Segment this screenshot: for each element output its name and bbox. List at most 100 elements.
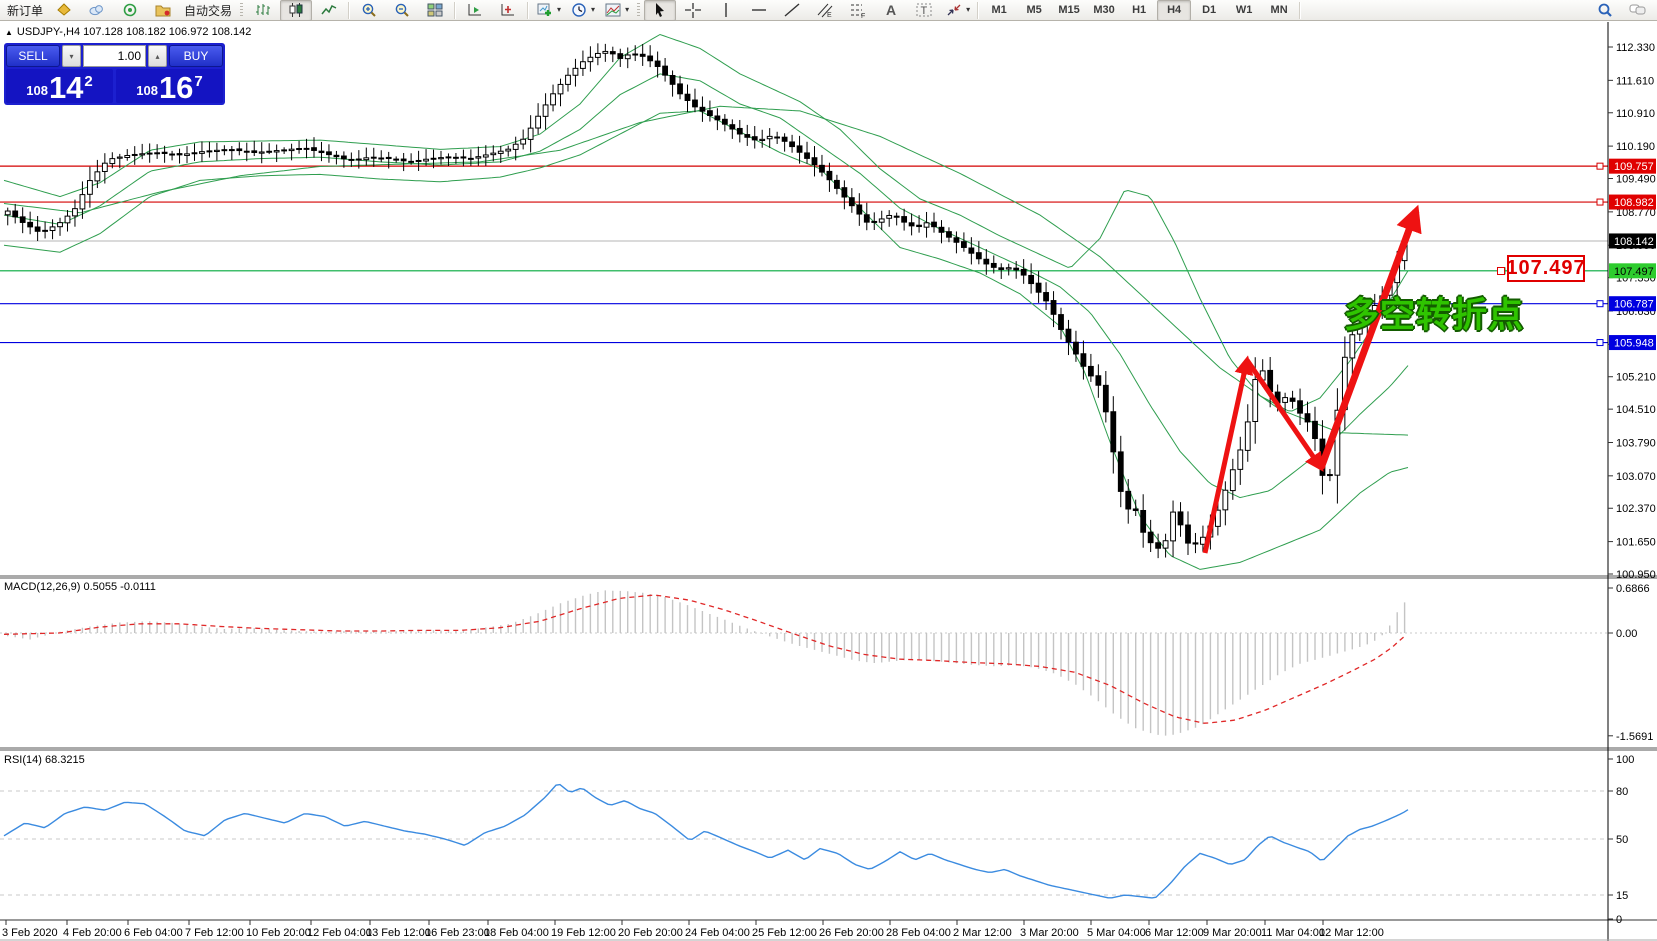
- trend-arrow-3[interactable]: [1317, 204, 1422, 470]
- dropdown-caret-icon: ▾: [966, 5, 971, 14]
- horizontal-line-button[interactable]: [743, 0, 775, 21]
- arrows-icon: [947, 4, 961, 16]
- fibonacci-button[interactable]: F: [842, 0, 874, 21]
- bar-chart-button[interactable]: [247, 0, 279, 21]
- time-label: 3 Mar 20:00: [1020, 927, 1079, 939]
- line-chart-button[interactable]: [313, 0, 345, 21]
- svg-text:104.510: 104.510: [1616, 404, 1656, 416]
- auto-scroll-button[interactable]: [459, 0, 491, 21]
- rsi-line: [3, 783, 1409, 899]
- svg-text:0: 0: [1616, 914, 1622, 926]
- text-button[interactable]: A: [875, 0, 907, 21]
- tile-windows-icon: [427, 3, 443, 17]
- volume-decrease-button[interactable]: ▾: [62, 45, 81, 67]
- chart-shift-button[interactable]: [492, 0, 524, 21]
- bollinger-bands: [3, 33, 1409, 570]
- profiles-button[interactable]: [81, 0, 113, 21]
- search-button[interactable]: [1589, 0, 1621, 21]
- svg-text:103.070: 103.070: [1616, 471, 1656, 483]
- text-icon: A: [886, 2, 896, 18]
- data-folder-button[interactable]: [147, 0, 179, 21]
- tf-m30-button[interactable]: M30: [1087, 0, 1121, 21]
- hline-anchor[interactable]: [1596, 198, 1604, 206]
- tf-h4-button[interactable]: H4: [1157, 0, 1192, 21]
- macd-histogram: [7, 590, 1406, 736]
- text-label-button[interactable]: T: [908, 0, 940, 21]
- text-label-icon: T: [916, 3, 932, 17]
- buy-price-quote[interactable]: 108 16 7: [116, 69, 223, 103]
- periods-button[interactable]: ▾: [566, 0, 599, 21]
- chart-canvas[interactable]: 112.330111.610110.910110.190109.490108.7…: [0, 22, 1657, 941]
- equidistant-channel-button[interactable]: E: [809, 0, 841, 21]
- buy-price-big: 16: [158, 70, 194, 106]
- svg-text:110.190: 110.190: [1616, 141, 1655, 153]
- line-chart-icon: [321, 4, 337, 15]
- tile-windows-button[interactable]: [419, 0, 451, 21]
- svg-text:110.910: 110.910: [1616, 108, 1655, 120]
- tf-m15-button[interactable]: M15: [1052, 0, 1086, 21]
- hline-anchor[interactable]: [1596, 300, 1604, 308]
- time-label: 6 Mar 12:00: [1145, 927, 1204, 939]
- chat-button[interactable]: [1622, 0, 1654, 21]
- channel-icon: E: [817, 3, 833, 18]
- tf-h1-button-label: H1: [1132, 4, 1147, 16]
- signal-icon: [123, 3, 137, 17]
- tf-m1-button[interactable]: M1: [982, 0, 1016, 21]
- buy-button[interactable]: BUY: [169, 45, 223, 67]
- tf-h1-button[interactable]: H1: [1122, 0, 1156, 21]
- cursor-button[interactable]: [644, 0, 677, 21]
- tf-m5-button[interactable]: M5: [1017, 0, 1051, 21]
- auto-scroll-icon: [468, 4, 482, 16]
- mt4-terminal: { "toolbar": { "groups": [ {"name":"trad…: [0, 0, 1657, 941]
- time-label: 3 Feb 2020: [2, 927, 58, 939]
- dropdown-caret-icon: ▾: [625, 5, 630, 14]
- bull-bear-turning-point-annotation[interactable]: 多空转折点: [1344, 287, 1524, 338]
- trendline-button[interactable]: [776, 0, 808, 21]
- time-label: 19 Feb 12:00: [551, 927, 616, 939]
- price-tag-anchor[interactable]: [1497, 267, 1505, 275]
- svg-text:112.330: 112.330: [1616, 42, 1655, 54]
- one-click-trading-panel: SELL ▾ 1.00 ▴ BUY 108 14 2 108 16 7: [4, 43, 225, 105]
- zoom-out-button[interactable]: [386, 0, 418, 21]
- zigzag-arrows[interactable]: [1202, 204, 1422, 554]
- svg-text:100.950: 100.950: [1616, 569, 1656, 581]
- autotrading-button[interactable]: 自动交易: [180, 0, 236, 21]
- candlestick-icon: [289, 3, 303, 17]
- volume-input[interactable]: 1.00: [83, 45, 146, 67]
- time-label: 16 Feb 23:00: [425, 927, 490, 939]
- templates-button[interactable]: ▾: [600, 0, 633, 21]
- sell-price-quote[interactable]: 108 14 2: [6, 69, 113, 103]
- volume-increase-button[interactable]: ▴: [148, 45, 167, 67]
- sell-button[interactable]: SELL: [6, 45, 60, 67]
- sell-price-sup: 2: [84, 73, 93, 90]
- history-button[interactable]: [48, 0, 80, 21]
- signals-button[interactable]: [114, 0, 146, 21]
- crosshair-button[interactable]: [677, 0, 709, 21]
- time-axis[interactable]: 3 Feb 2020 4 Feb 20:00 6 Feb 04:00 7 Feb 12…: [2, 920, 1384, 939]
- time-label: 12 Feb 04:00: [307, 927, 372, 939]
- hline-anchor[interactable]: [1596, 339, 1604, 347]
- tf-w1-button[interactable]: W1: [1227, 0, 1261, 21]
- price-axis[interactable]: 112.330111.610110.910110.190109.490108.7…: [1608, 42, 1656, 926]
- time-label: 7 Feb 12:00: [185, 927, 244, 939]
- tf-d1-button[interactable]: D1: [1192, 0, 1226, 21]
- buy-price-prefix: 108: [136, 83, 158, 98]
- vertical-line-button[interactable]: [710, 0, 742, 21]
- collapse-triangle-icon[interactable]: ▲: [5, 28, 13, 37]
- tf-mn-button[interactable]: MN: [1262, 0, 1296, 21]
- hline-anchor[interactable]: [1596, 162, 1604, 170]
- zoom-in-button[interactable]: [353, 0, 385, 21]
- price-tag-box[interactable]: 107.497: [1506, 255, 1585, 282]
- svg-text:T: T: [921, 5, 928, 17]
- new-chart-button[interactable]: ▾: [532, 0, 565, 21]
- bar-chart-icon: [256, 4, 271, 15]
- svg-text:108.142: 108.142: [1614, 236, 1654, 248]
- arrows-button[interactable]: ▾: [941, 0, 974, 21]
- svg-text:80: 80: [1616, 786, 1628, 798]
- candlestick-chart-button[interactable]: [280, 0, 313, 21]
- tf-m1-button-label: M1: [991, 4, 1007, 16]
- bollinger-middle-band: [3, 73, 1409, 499]
- new-order-button[interactable]: 新订单: [3, 0, 47, 21]
- svg-text:109.490: 109.490: [1616, 174, 1656, 186]
- time-label: 25 Feb 12:00: [752, 927, 817, 939]
